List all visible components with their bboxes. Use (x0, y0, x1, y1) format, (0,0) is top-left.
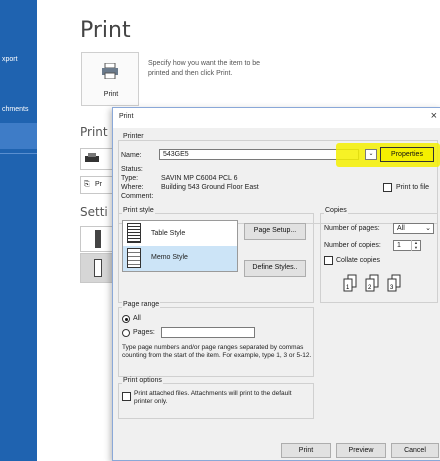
print-dialog: Print × Printer Name: 543GE5 ⌄ Propertie… (112, 107, 440, 461)
type-value: SAVIN MP C6004 PCL 6 (161, 175, 238, 182)
collate-copies-label: Collate copies (336, 257, 380, 264)
range-pages-radio[interactable] (122, 329, 130, 337)
number-of-copies-label: Number of copies: (324, 242, 381, 249)
nav-attachments[interactable]: chments (2, 106, 28, 113)
range-all-radio[interactable] (122, 315, 130, 323)
table-style-icon (127, 223, 141, 243)
copies-spinner-icon[interactable]: ▲ ▼ (411, 240, 420, 251)
page-range-group (118, 307, 314, 377)
collate-copies-checkbox[interactable] (324, 256, 333, 265)
chevron-down-icon: ⌄ (425, 225, 431, 232)
printer-icon (102, 63, 118, 79)
page-icon: ⎘ (84, 181, 90, 188)
printer-options-button[interactable]: ⎘ Pr (80, 176, 114, 194)
memo-style-icon (127, 248, 141, 268)
table-style-icon (95, 230, 101, 248)
printer-select-tile[interactable] (80, 148, 114, 170)
print-options-group-title: Print options (122, 377, 163, 384)
table-style-tile[interactable] (80, 226, 114, 252)
style-item-label: Table Style (151, 230, 186, 237)
style-item-table[interactable]: Table Style (123, 221, 237, 246)
style-item-memo[interactable]: Memo Style (123, 246, 237, 271)
page-range-help: Type page numbers and/or page ranges sep… (122, 344, 312, 359)
printer-heading: Print (80, 125, 108, 139)
nav-divider (0, 153, 37, 154)
print-tile-button[interactable]: Print (81, 52, 139, 106)
print-attached-label: Print attached files. Attachments will p… (134, 390, 292, 405)
collate-pages-icon: 1 2 3 (343, 274, 401, 292)
nav-print-selected[interactable] (0, 123, 37, 149)
style-list: Table Style Memo Style (122, 220, 238, 272)
backstage-nav: xport chments (0, 0, 37, 461)
print-button[interactable]: Print (281, 443, 331, 458)
page-setup-button[interactable]: Page Setup... (244, 223, 306, 240)
print-attached-checkbox[interactable] (122, 392, 131, 401)
range-all-label: All (133, 315, 141, 322)
number-of-pages-select[interactable]: All ⌄ (393, 223, 434, 234)
nav-export[interactable]: xport (2, 56, 18, 63)
page-range-group-title: Page range (122, 301, 161, 308)
range-pages-label: Pages: (133, 329, 155, 336)
printer-group-title: Printer (122, 133, 145, 140)
memo-style-icon (94, 259, 102, 277)
print-to-file-label: Print to file (396, 184, 430, 191)
preview-button[interactable]: Preview (336, 443, 386, 458)
pages-input[interactable] (161, 327, 255, 338)
page-title: Print (80, 18, 131, 43)
dialog-title: Print (119, 113, 134, 120)
settings-heading: Setti (80, 205, 108, 219)
print-description: Specify how you want the item to be prin… (148, 60, 261, 77)
printer-icon (85, 153, 99, 162)
status-label: Status: (121, 166, 143, 173)
print-to-file-checkbox[interactable] (383, 183, 392, 192)
chevron-down-icon[interactable]: ⌄ (365, 149, 377, 160)
copies-group-title: Copies (324, 207, 348, 214)
close-icon[interactable]: × (431, 110, 437, 122)
comment-label: Comment: (121, 193, 154, 200)
where-value: Building 543 Ground Floor East (161, 184, 259, 191)
print-style-group-title: Print style (122, 207, 155, 214)
define-styles-button[interactable]: Define Styles.. (244, 260, 306, 277)
printer-options-label: Pr (95, 181, 102, 188)
number-of-pages-value: All (397, 225, 405, 232)
dialog-titlebar: Print × (113, 108, 440, 128)
print-tile-label: Print (103, 91, 119, 98)
cancel-button[interactable]: Cancel (391, 443, 439, 458)
type-label: Type: (121, 175, 139, 182)
printer-name-label: Name: (121, 152, 142, 159)
style-item-label: Memo Style (151, 254, 188, 261)
properties-button[interactable]: Properties (380, 147, 434, 162)
printer-name-select[interactable]: 543GE5 (159, 149, 359, 160)
where-label: Where: (121, 184, 144, 191)
number-of-pages-label: Number of pages: (324, 225, 380, 232)
memo-style-tile[interactable] (80, 253, 114, 283)
